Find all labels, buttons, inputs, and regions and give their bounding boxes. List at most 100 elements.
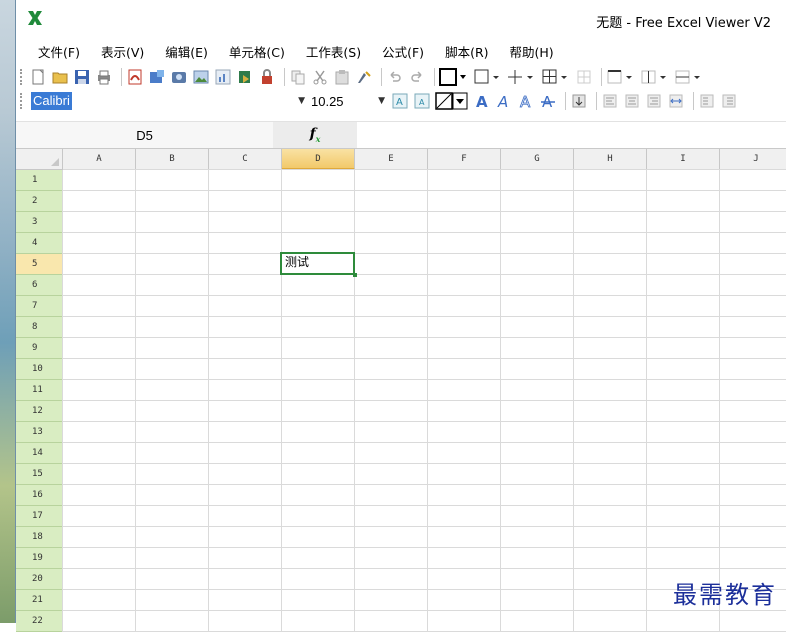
- border-top-icon[interactable]: [606, 68, 636, 86]
- row-header-20[interactable]: 20: [16, 569, 63, 590]
- cell-name-box[interactable]: D5: [16, 122, 273, 148]
- row-header-21[interactable]: 21: [16, 590, 63, 611]
- font-shrink-icon[interactable]: A: [413, 92, 431, 110]
- border-plus-icon[interactable]: [507, 68, 537, 86]
- row-header-2[interactable]: 2: [16, 191, 63, 212]
- row-header-7[interactable]: 7: [16, 296, 63, 317]
- toolbar-separator: [381, 68, 382, 86]
- image-icon[interactable]: [170, 68, 188, 86]
- row-header-19[interactable]: 19: [16, 548, 63, 569]
- cell-clear-icon[interactable]: [435, 92, 469, 110]
- fill-handle[interactable]: [353, 273, 357, 277]
- toolbar-grip[interactable]: [20, 93, 25, 109]
- row-header-5[interactable]: 5: [16, 254, 63, 275]
- column-header-b[interactable]: B: [136, 149, 209, 170]
- bold-icon[interactable]: A: [473, 92, 491, 110]
- menu-view[interactable]: 表示(V): [101, 42, 144, 61]
- import-icon[interactable]: [236, 68, 254, 86]
- toolbar-grip[interactable]: [20, 69, 25, 85]
- font-size-select[interactable]: 10.25 ▼: [311, 91, 391, 111]
- indent-left-icon[interactable]: [698, 92, 716, 110]
- open-folder-icon[interactable]: [51, 68, 69, 86]
- row-header-18[interactable]: 18: [16, 527, 63, 548]
- column-header-g[interactable]: G: [501, 149, 574, 170]
- cell-d5[interactable]: 测试: [280, 252, 355, 275]
- column-header-h[interactable]: H: [574, 149, 647, 170]
- chevron-down-icon[interactable]: ▼: [378, 96, 385, 106]
- row-header-16[interactable]: 16: [16, 485, 63, 506]
- cut-icon[interactable]: [311, 68, 329, 86]
- picture-icon[interactable]: [192, 68, 210, 86]
- column-header-c[interactable]: C: [209, 149, 282, 170]
- align-right-icon[interactable]: [645, 92, 663, 110]
- toolbar-separator: [693, 92, 694, 110]
- border-horizontal-icon[interactable]: [674, 68, 704, 86]
- pdf-icon[interactable]: [126, 68, 144, 86]
- border-all-icon[interactable]: [541, 68, 571, 86]
- merge-icon[interactable]: [570, 92, 588, 110]
- fx-button[interactable]: fx: [273, 122, 357, 148]
- paste-icon[interactable]: [333, 68, 351, 86]
- formula-input[interactable]: [357, 122, 786, 148]
- toolbar-separator: [601, 68, 602, 86]
- menu-edit[interactable]: 编辑(E): [165, 42, 208, 61]
- column-header-e[interactable]: E: [355, 149, 428, 170]
- row-header-4[interactable]: 4: [16, 233, 63, 254]
- font-name-select[interactable]: Calibri ▼: [31, 91, 311, 111]
- menu-script[interactable]: 脚本(R): [445, 42, 488, 61]
- row-header-13[interactable]: 13: [16, 422, 63, 443]
- menu-cell[interactable]: 单元格(C): [229, 42, 285, 61]
- row-header-10[interactable]: 10: [16, 359, 63, 380]
- wrap-icon[interactable]: [667, 92, 685, 110]
- toolbar-separator: [596, 92, 597, 110]
- row-header-12[interactable]: 12: [16, 401, 63, 422]
- column-header-f[interactable]: F: [428, 149, 501, 170]
- save-icon[interactable]: [73, 68, 91, 86]
- row-header-6[interactable]: 6: [16, 275, 63, 296]
- new-file-icon[interactable]: [29, 68, 47, 86]
- svg-text:A: A: [542, 93, 553, 109]
- format-painter-icon[interactable]: [355, 68, 373, 86]
- border-vertical-icon[interactable]: [640, 68, 670, 86]
- row-header-14[interactable]: 14: [16, 443, 63, 464]
- app-logo-icon: [28, 11, 42, 25]
- menu-formula[interactable]: 公式(F): [382, 42, 424, 61]
- border-none-icon[interactable]: [473, 68, 503, 86]
- column-header-j[interactable]: J: [720, 149, 786, 170]
- align-center-icon[interactable]: [623, 92, 641, 110]
- menu-sheet[interactable]: 工作表(S): [306, 42, 361, 61]
- lock-icon[interactable]: [258, 68, 276, 86]
- redo-icon[interactable]: [408, 68, 426, 86]
- app-window: 无题 - Free Excel Viewer V2 文件(F) 表示(V) 编辑…: [15, 0, 786, 632]
- row-header-3[interactable]: 3: [16, 212, 63, 233]
- select-all-corner[interactable]: [16, 149, 63, 170]
- window-title: 无题 - Free Excel Viewer V2: [596, 16, 771, 31]
- export-icon[interactable]: [148, 68, 166, 86]
- outline-icon[interactable]: A: [517, 92, 535, 110]
- row-header-22[interactable]: 22: [16, 611, 63, 632]
- undo-icon[interactable]: [386, 68, 404, 86]
- column-header-a[interactable]: A: [63, 149, 136, 170]
- border-grid-icon[interactable]: [575, 68, 593, 86]
- row-header-9[interactable]: 9: [16, 338, 63, 359]
- column-header-i[interactable]: I: [647, 149, 720, 170]
- row-header-11[interactable]: 11: [16, 380, 63, 401]
- italic-icon[interactable]: A: [495, 92, 513, 110]
- border-box-icon[interactable]: [439, 68, 469, 86]
- copy-icon[interactable]: [289, 68, 307, 86]
- row-header-8[interactable]: 8: [16, 317, 63, 338]
- menu-file[interactable]: 文件(F): [38, 42, 80, 61]
- print-icon[interactable]: [95, 68, 113, 86]
- menu-help[interactable]: 帮助(H): [510, 42, 554, 61]
- font-grow-icon[interactable]: A: [391, 92, 409, 110]
- indent-right-icon[interactable]: [720, 92, 738, 110]
- column-header-d[interactable]: D: [282, 149, 355, 170]
- align-left-icon[interactable]: [601, 92, 619, 110]
- row-header-15[interactable]: 15: [16, 464, 63, 485]
- chart-icon[interactable]: [214, 68, 232, 86]
- menu-bar: 文件(F) 表示(V) 编辑(E) 单元格(C) 工作表(S) 公式(F) 脚本…: [16, 38, 786, 64]
- chevron-down-icon[interactable]: ▼: [298, 96, 305, 106]
- row-header-1[interactable]: 1: [16, 170, 63, 191]
- row-header-17[interactable]: 17: [16, 506, 63, 527]
- strikethrough-icon[interactable]: A: [539, 92, 557, 110]
